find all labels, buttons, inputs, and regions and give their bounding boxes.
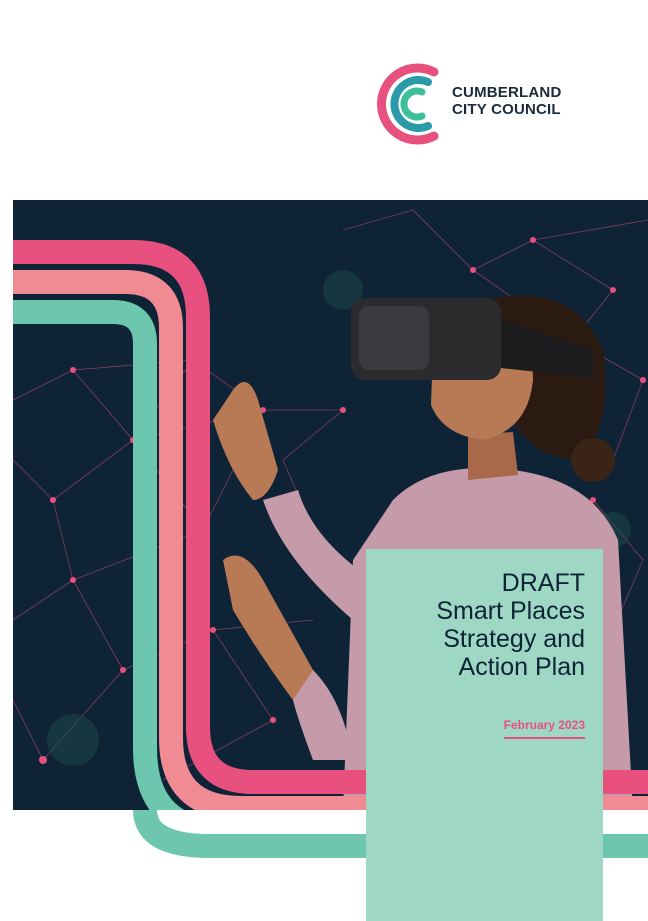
council-logo: CUMBERLAND CITY COUNCIL [372,56,612,152]
logo-line-1: CUMBERLAND [452,84,562,101]
logo-wordmark: CUMBERLAND CITY COUNCIL [452,84,562,118]
title-line-2: Smart Places [436,597,585,625]
title-line-3: Strategy and [443,625,585,653]
title-line-1: DRAFT [501,569,585,597]
document-title: DRAFT Smart Places Strategy and Action P… [436,569,585,681]
cumberland-c-rings-logo-icon [377,63,439,145]
title-line-4: Action Plan [458,653,585,681]
title-panel: DRAFT Smart Places Strategy and Action P… [366,549,603,921]
publication-date: February 2023 [503,717,585,739]
logo-line-2: CITY COUNCIL [452,101,561,118]
